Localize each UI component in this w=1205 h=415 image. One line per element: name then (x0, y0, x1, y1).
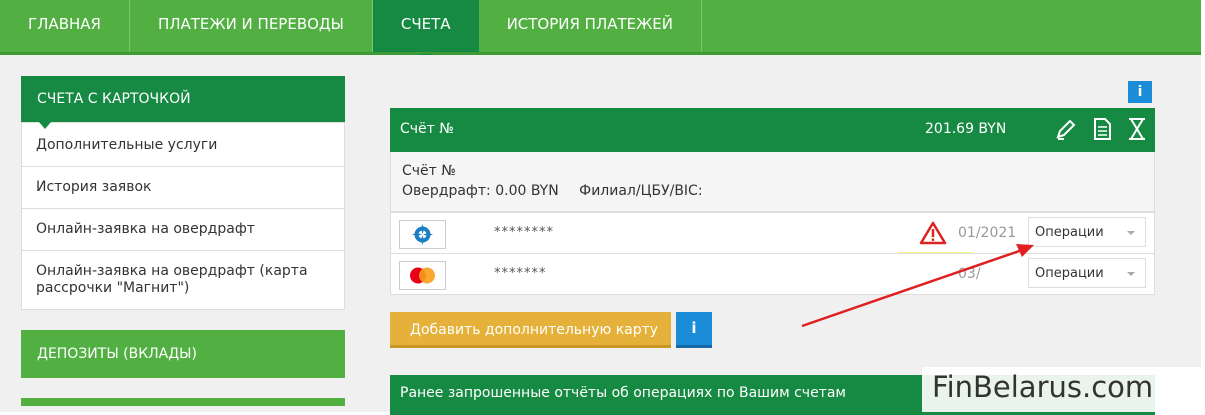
warning-icon (919, 221, 947, 249)
edit-icon[interactable] (1054, 117, 1078, 141)
hourglass-icon[interactable] (1125, 117, 1149, 141)
tab-payment-history[interactable]: ИСТОРИЯ ПЛАТЕЖЕЙ (479, 0, 702, 52)
operations-dropdown[interactable]: Операции (1028, 217, 1146, 247)
info-button[interactable]: i (1128, 81, 1152, 103)
overdraft-value: Овердрафт: 0.00 BYN (402, 183, 559, 199)
card-number: ******** (494, 225, 554, 240)
main-panel: i Счёт № 201.69 BYN Счёт № Овердрафт: 0.… (390, 55, 1155, 415)
sidebar-item-request-history[interactable]: История заявок (21, 167, 345, 209)
account-header: Счёт № 201.69 BYN (390, 108, 1155, 152)
sidebar-deposits[interactable]: ДЕПОЗИТЫ (ВКЛАДЫ) (21, 330, 345, 378)
mastercard-logo (399, 261, 446, 290)
sidebar-item-overdraft-magnit[interactable]: Онлайн-заявка на овердрафт (карта рассро… (21, 251, 345, 310)
page-content: СЧЕТА С КАРТОЧКОЙ Дополнительные услуги … (0, 55, 1201, 415)
card-number: ******* (494, 266, 547, 281)
card-expiry: 03/ (958, 266, 981, 282)
reports-title: Ранее запрошенные отчёты об операциях по… (400, 385, 846, 401)
top-navigation: ГЛАВНАЯ ПЛАТЕЖИ И ПЕРЕВОДЫ СЧЕТА ИСТОРИЯ… (0, 0, 1201, 61)
operations-dropdown[interactable]: Операции (1028, 258, 1146, 288)
sidebar: СЧЕТА С КАРТОЧКОЙ Дополнительные услуги … (21, 76, 345, 406)
account-overdraft-line: Овердрафт: 0.00 BYN Филиал/ЦБУ/BIC: (402, 183, 719, 199)
branch-label: Филиал/ЦБУ/BIC: (579, 183, 703, 199)
sidebar-item-overdraft-request[interactable]: Онлайн-заявка на овердрафт (21, 209, 345, 251)
tab-accounts[interactable]: СЧЕТА (372, 0, 479, 61)
card-expiry: 01/2021 (958, 225, 1017, 241)
account-details: Счёт № Овердрафт: 0.00 BYN Филиал/ЦБУ/BI… (390, 152, 1155, 212)
belcard-logo (399, 220, 446, 249)
add-card-button[interactable]: Добавить дополнительную карту (390, 312, 671, 348)
add-card-info-button[interactable]: i (676, 312, 712, 348)
account-balance: 201.69 BYN (925, 121, 1007, 137)
tab-main[interactable]: ГЛАВНАЯ (0, 0, 130, 52)
watermark: FinBelarus.com (922, 367, 1205, 412)
sidebar-item-additional-services[interactable]: Дополнительные услуги (21, 122, 345, 167)
sidebar-heading[interactable]: СЧЕТА С КАРТОЧКОЙ (21, 76, 345, 129)
sidebar-next-section[interactable] (21, 398, 345, 406)
card-row: ******* 03/ Операции (390, 253, 1155, 295)
card-row: ******** 01/2021 Операции (390, 212, 1155, 262)
account-title: Счёт № (400, 121, 454, 137)
account-number: Счёт № (402, 163, 456, 179)
tab-payments[interactable]: ПЛАТЕЖИ И ПЕРЕВОДЫ (130, 0, 373, 52)
document-icon[interactable] (1090, 117, 1114, 141)
